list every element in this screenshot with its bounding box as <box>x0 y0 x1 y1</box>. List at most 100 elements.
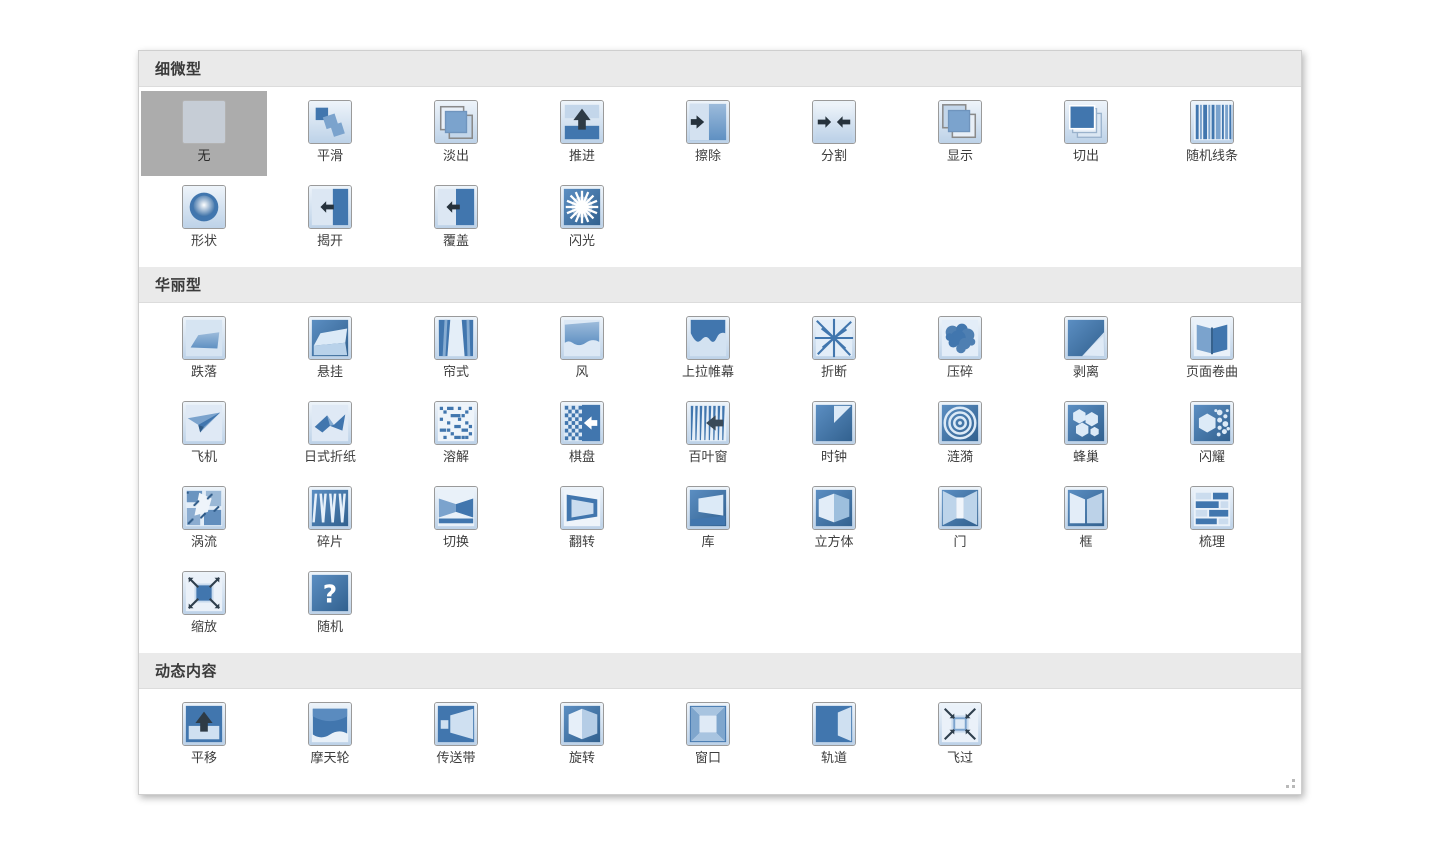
transition-item-drape[interactable]: 悬挂 <box>267 307 393 392</box>
transition-label: 上拉帷幕 <box>681 365 734 380</box>
dissolve-icon <box>434 401 478 445</box>
transition-item-shred[interactable]: 碎片 <box>267 477 393 562</box>
transition-item-conveyor[interactable]: 传送带 <box>393 693 519 778</box>
transition-item-wipe[interactable]: 擦除 <box>645 91 771 176</box>
transition-label: 风 <box>575 365 589 380</box>
transition-item-none[interactable]: 无 <box>141 91 267 176</box>
transition-item-gallery[interactable]: 库 <box>645 477 771 562</box>
transition-gallery-panel: 细微型无 平滑 淡出 推进 擦除 分割 显示 切出 随机线条 形状 揭开 覆盖 闪光 华丽型 跌落 悬挂 帘式 风… <box>138 50 1302 795</box>
gallery-content: 细微型无 平滑 淡出 推进 擦除 分割 显示 切出 随机线条 形状 揭开 覆盖 闪光 华丽型 跌落 悬挂 帘式 风… <box>139 51 1301 794</box>
transition-item-pan[interactable]: 平移 <box>141 693 267 778</box>
transition-item-shape[interactable]: 形状 <box>141 176 267 261</box>
transition-label: 切出 <box>1072 149 1099 164</box>
transition-item-clock[interactable]: 时钟 <box>771 392 897 477</box>
transition-item-curtains[interactable]: 帘式 <box>393 307 519 392</box>
transition-item-page-curl[interactable]: 页面卷曲 <box>1149 307 1275 392</box>
transition-item-ripple[interactable]: 涟漪 <box>897 392 1023 477</box>
flip-icon <box>560 486 604 530</box>
transition-item-cube[interactable]: 立方体 <box>771 477 897 562</box>
cube-icon <box>812 486 856 530</box>
transition-item-origami[interactable]: 日式折纸 <box>267 392 393 477</box>
transition-item-crush[interactable]: 压碎 <box>897 307 1023 392</box>
transition-label: 帘式 <box>442 365 469 380</box>
transition-label: 摩天轮 <box>310 751 350 766</box>
resize-grip[interactable] <box>1286 779 1295 788</box>
transition-item-blinds[interactable]: 百叶窗 <box>645 392 771 477</box>
crush-icon <box>938 316 982 360</box>
transition-item-glitter[interactable]: 闪耀 <box>1149 392 1275 477</box>
box-icon <box>1064 486 1108 530</box>
wind-icon <box>560 316 604 360</box>
transition-item-push[interactable]: 推进 <box>519 91 645 176</box>
switch-icon <box>434 486 478 530</box>
cover-icon <box>434 185 478 229</box>
transition-label: 立方体 <box>814 535 854 550</box>
push-icon <box>560 100 604 144</box>
transition-grid-exciting: 跌落 悬挂 帘式 风 上拉帷幕 折断 压碎 剥离 页面卷曲飞机 日式折纸 溶解 棋盘 百叶窗 时钟 涟漪 蜂巢… <box>139 303 1301 653</box>
vortex-icon <box>182 486 226 530</box>
section-title: 细微型 <box>155 60 202 78</box>
transition-label: 溶解 <box>442 450 469 465</box>
reveal-icon <box>938 100 982 144</box>
transition-item-flip[interactable]: 翻转 <box>519 477 645 562</box>
transition-item-wind[interactable]: 风 <box>519 307 645 392</box>
transition-item-reveal[interactable]: 显示 <box>897 91 1023 176</box>
transition-label: 页面卷曲 <box>1185 365 1238 380</box>
section-title: 动态内容 <box>155 662 218 680</box>
transition-item-zoom[interactable]: 缩放 <box>141 562 267 647</box>
transition-label: 随机 <box>316 620 343 635</box>
transition-item-morph[interactable]: 平滑 <box>267 91 393 176</box>
fade-icon <box>434 100 478 144</box>
transition-item-airplane[interactable]: 飞机 <box>141 392 267 477</box>
clock-icon <box>812 401 856 445</box>
transition-label: 闪光 <box>568 234 595 249</box>
transition-label: 切换 <box>442 535 469 550</box>
transition-label: 跌落 <box>190 365 217 380</box>
transition-label: 窗口 <box>694 751 721 766</box>
transition-item-honeycomb[interactable]: 蜂巢 <box>1023 392 1149 477</box>
transition-item-random-bars[interactable]: 随机线条 <box>1149 91 1275 176</box>
transition-item-fly-through[interactable]: 飞过 <box>897 693 1023 778</box>
transition-item-fracture[interactable]: 折断 <box>771 307 897 392</box>
checkerboard-icon <box>560 401 604 445</box>
transition-label: 揭开 <box>316 234 343 249</box>
transition-label: 传送带 <box>436 751 476 766</box>
transition-item-cut[interactable]: 切出 <box>1023 91 1149 176</box>
transition-item-rotate[interactable]: 旋转 <box>519 693 645 778</box>
transition-item-fall-over[interactable]: 跌落 <box>141 307 267 392</box>
fall-over-icon <box>182 316 226 360</box>
fracture-icon <box>812 316 856 360</box>
window-icon <box>686 702 730 746</box>
transition-label: 涟漪 <box>946 450 973 465</box>
transition-label: 旋转 <box>568 751 595 766</box>
none-icon <box>182 100 226 144</box>
transition-item-flash[interactable]: 闪光 <box>519 176 645 261</box>
transition-label: 显示 <box>946 149 973 164</box>
transition-item-uncover[interactable]: 揭开 <box>267 176 393 261</box>
transition-label: 轨道 <box>820 751 847 766</box>
transition-label: 淡出 <box>442 149 469 164</box>
transition-item-peel-off[interactable]: 剥离 <box>1023 307 1149 392</box>
transition-item-vortex[interactable]: 涡流 <box>141 477 267 562</box>
transition-label: 随机线条 <box>1185 149 1238 164</box>
flash-icon <box>560 185 604 229</box>
transition-item-comb[interactable]: 梳理 <box>1149 477 1275 562</box>
transition-item-prestige[interactable]: 上拉帷幕 <box>645 307 771 392</box>
transition-label: 压碎 <box>946 365 973 380</box>
transition-item-cover[interactable]: 覆盖 <box>393 176 519 261</box>
transition-label: 剥离 <box>1072 365 1099 380</box>
transition-item-split[interactable]: 分割 <box>771 91 897 176</box>
transition-item-checkerboard[interactable]: 棋盘 <box>519 392 645 477</box>
transition-item-ferris-wheel[interactable]: 摩天轮 <box>267 693 393 778</box>
transition-item-fade[interactable]: 淡出 <box>393 91 519 176</box>
transition-item-switch[interactable]: 切换 <box>393 477 519 562</box>
transition-item-doors[interactable]: 门 <box>897 477 1023 562</box>
ferris-wheel-icon <box>308 702 352 746</box>
transition-item-window[interactable]: 窗口 <box>645 693 771 778</box>
transition-item-orbit[interactable]: 轨道 <box>771 693 897 778</box>
transition-label: 涡流 <box>190 535 217 550</box>
page-curl-icon <box>1190 316 1234 360</box>
transition-item-random[interactable]: ? 随机 <box>267 562 393 647</box>
transition-item-box[interactable]: 框 <box>1023 477 1149 562</box>
transition-item-dissolve[interactable]: 溶解 <box>393 392 519 477</box>
